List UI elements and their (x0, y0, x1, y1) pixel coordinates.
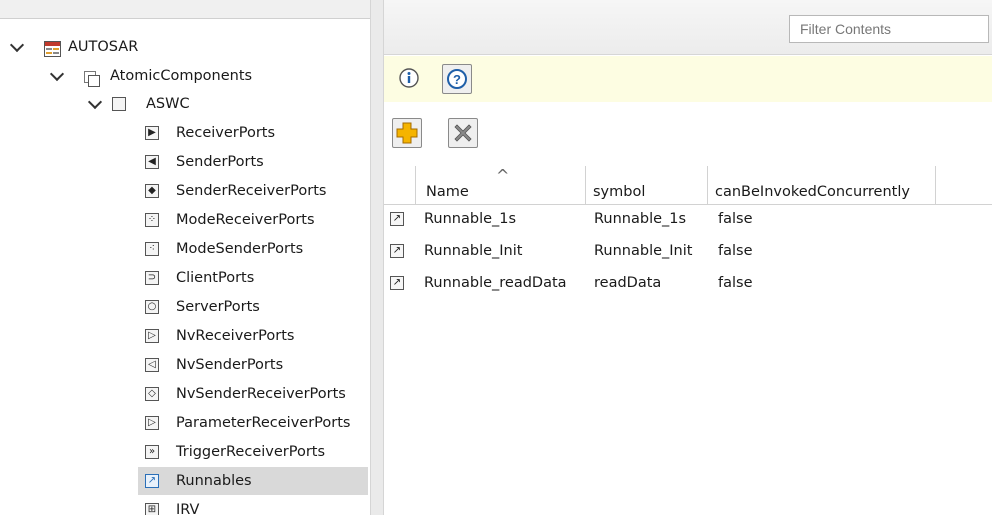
runnable-icon: ↗ (390, 244, 404, 258)
help-button[interactable]: ? (442, 64, 472, 94)
sort-ascending-icon: ^ (496, 166, 510, 185)
tree-item-label: ModeReceiverPorts (176, 212, 315, 228)
tree-item-irv[interactable]: ⊞ IRV (138, 496, 368, 515)
tree-item-sender-receiver-ports[interactable]: ◆ SenderReceiverPorts (138, 177, 368, 205)
column-label: Name (426, 184, 469, 200)
delete-icon (454, 124, 472, 142)
add-icon (396, 122, 418, 144)
cell-concurrent: false (718, 243, 753, 259)
tree-item-label: Runnables (176, 473, 252, 489)
tree-item-trigger-receiver-ports[interactable]: » TriggerReceiverPorts (138, 438, 368, 466)
nv-receiver-port-icon: ▷ (145, 329, 159, 343)
client-port-icon: ⊃ (145, 271, 159, 285)
tree-item-label: NvReceiverPorts (176, 328, 295, 344)
tree-node-autosar[interactable]: AUTOSAR (0, 33, 370, 61)
server-port-icon: ○ (145, 300, 159, 314)
help-strip: ? (384, 56, 992, 102)
tree-item-receiver-ports[interactable]: ▶ ReceiverPorts (138, 119, 368, 147)
column-header-concurrent[interactable]: canBeInvokedConcurrently (708, 166, 936, 204)
column-label: canBeInvokedConcurrently (715, 184, 910, 200)
parameter-receiver-port-icon: ▷ (145, 416, 159, 430)
tree-item-label: NvSenderPorts (176, 357, 284, 373)
cell-symbol: Runnable_Init (594, 243, 693, 259)
filter-bar (384, 0, 992, 55)
runnable-icon: ↗ (390, 212, 404, 226)
tree-item-runnables[interactable]: ↗ Runnables (138, 467, 368, 495)
folder-icon (84, 69, 100, 87)
tree-node-atomic-components[interactable]: AtomicComponents (0, 62, 370, 90)
cell-name: Runnable_readData (424, 275, 567, 291)
tree-item-label: NvSenderReceiverPorts (176, 386, 346, 402)
column-header-name[interactable]: Name ^ (416, 166, 586, 204)
cell-name: Runnable_Init (424, 243, 523, 259)
trigger-receiver-port-icon: » (145, 445, 159, 459)
tree-item-server-ports[interactable]: ○ ServerPorts (138, 293, 368, 321)
tree-item-parameter-receiver-ports[interactable]: ▷ ParameterReceiverPorts (138, 409, 368, 437)
runnable-icon: ↗ (145, 474, 159, 488)
chevron-down-icon[interactable] (49, 66, 65, 82)
tree-item-client-ports[interactable]: ⊃ ClientPorts (138, 264, 368, 292)
tree-label-autosar: AUTOSAR (68, 39, 139, 55)
info-icon[interactable] (398, 66, 422, 90)
tree-item-mode-receiver-ports[interactable]: ⁘ ModeReceiverPorts (138, 206, 368, 234)
mode-receiver-port-icon: ⁘ (145, 213, 159, 227)
content-pane: ? Name ^ symbol canBeInvokedC (384, 0, 992, 515)
delete-button[interactable] (448, 118, 478, 148)
column-header-symbol[interactable]: symbol (586, 166, 708, 204)
toolbar (384, 110, 992, 156)
tree-item-nv-sender-receiver-ports[interactable]: ◇ NvSenderReceiverPorts (138, 380, 368, 408)
nv-sender-port-icon: ◁ (145, 358, 159, 372)
tree-item-sender-ports[interactable]: ◀ SenderPorts (138, 148, 368, 176)
pane-splitter[interactable] (370, 0, 384, 515)
tree-item-label: ServerPorts (176, 299, 260, 315)
cell-symbol: readData (594, 275, 662, 291)
column-label: symbol (593, 184, 646, 200)
sender-port-icon: ◀ (145, 155, 159, 169)
runnable-icon: ↗ (390, 276, 404, 290)
tree-item-label: IRV (176, 502, 200, 515)
add-button[interactable] (392, 118, 422, 148)
tree-item-label: ModeSenderPorts (176, 241, 304, 257)
autosar-icon (44, 39, 61, 57)
help-icon: ? (447, 69, 467, 89)
cell-name: Runnable_1s (424, 211, 517, 227)
receiver-port-icon: ▶ (145, 126, 159, 140)
tree-item-label: SenderReceiverPorts (176, 183, 327, 199)
table-row[interactable]: ↗ Runnable_1s Runnable_1s false (384, 204, 992, 234)
tree-item-label: SenderPorts (176, 154, 264, 170)
cell-concurrent: false (718, 275, 753, 291)
tree-item-label: TriggerReceiverPorts (176, 444, 326, 460)
filter-input[interactable] (789, 15, 989, 43)
table-header: Name ^ symbol canBeInvokedConcurrently (384, 166, 992, 205)
chevron-down-icon[interactable] (87, 94, 103, 110)
table-row[interactable]: ↗ Runnable_readData readData false (384, 268, 992, 298)
tree-item-label: ParameterReceiverPorts (176, 415, 351, 431)
nv-sender-receiver-port-icon: ◇ (145, 387, 159, 401)
table-row[interactable]: ↗ Runnable_Init Runnable_Init false (384, 236, 992, 266)
tree-item-mode-sender-ports[interactable]: ⁖ ModeSenderPorts (138, 235, 368, 263)
tree-item-nv-receiver-ports[interactable]: ▷ NvReceiverPorts (138, 322, 368, 350)
svg-text:?: ? (453, 72, 461, 87)
irv-icon: ⊞ (145, 503, 159, 515)
cell-concurrent: false (718, 211, 753, 227)
cell-symbol: Runnable_1s (594, 211, 687, 227)
tree-pane: AUTOSAR AtomicComponents ASWC ▶ Receiver… (0, 0, 370, 515)
tree-topbar (0, 0, 370, 19)
tree-item-label: ReceiverPorts (176, 125, 276, 141)
runnables-table: Name ^ symbol canBeInvokedConcurrently ↗… (384, 158, 992, 515)
chevron-down-icon[interactable] (9, 37, 25, 53)
component-icon (112, 97, 126, 111)
sender-receiver-port-icon: ◆ (145, 184, 159, 198)
mode-sender-port-icon: ⁖ (145, 242, 159, 256)
tree-label-aswc: ASWC (146, 96, 190, 112)
tree-item-nv-sender-ports[interactable]: ◁ NvSenderPorts (138, 351, 368, 379)
tree-label-atomic-components: AtomicComponents (110, 68, 253, 84)
tree-node-aswc[interactable]: ASWC (0, 90, 370, 118)
column-header-icon (384, 166, 416, 204)
tree-item-label: ClientPorts (176, 270, 255, 286)
